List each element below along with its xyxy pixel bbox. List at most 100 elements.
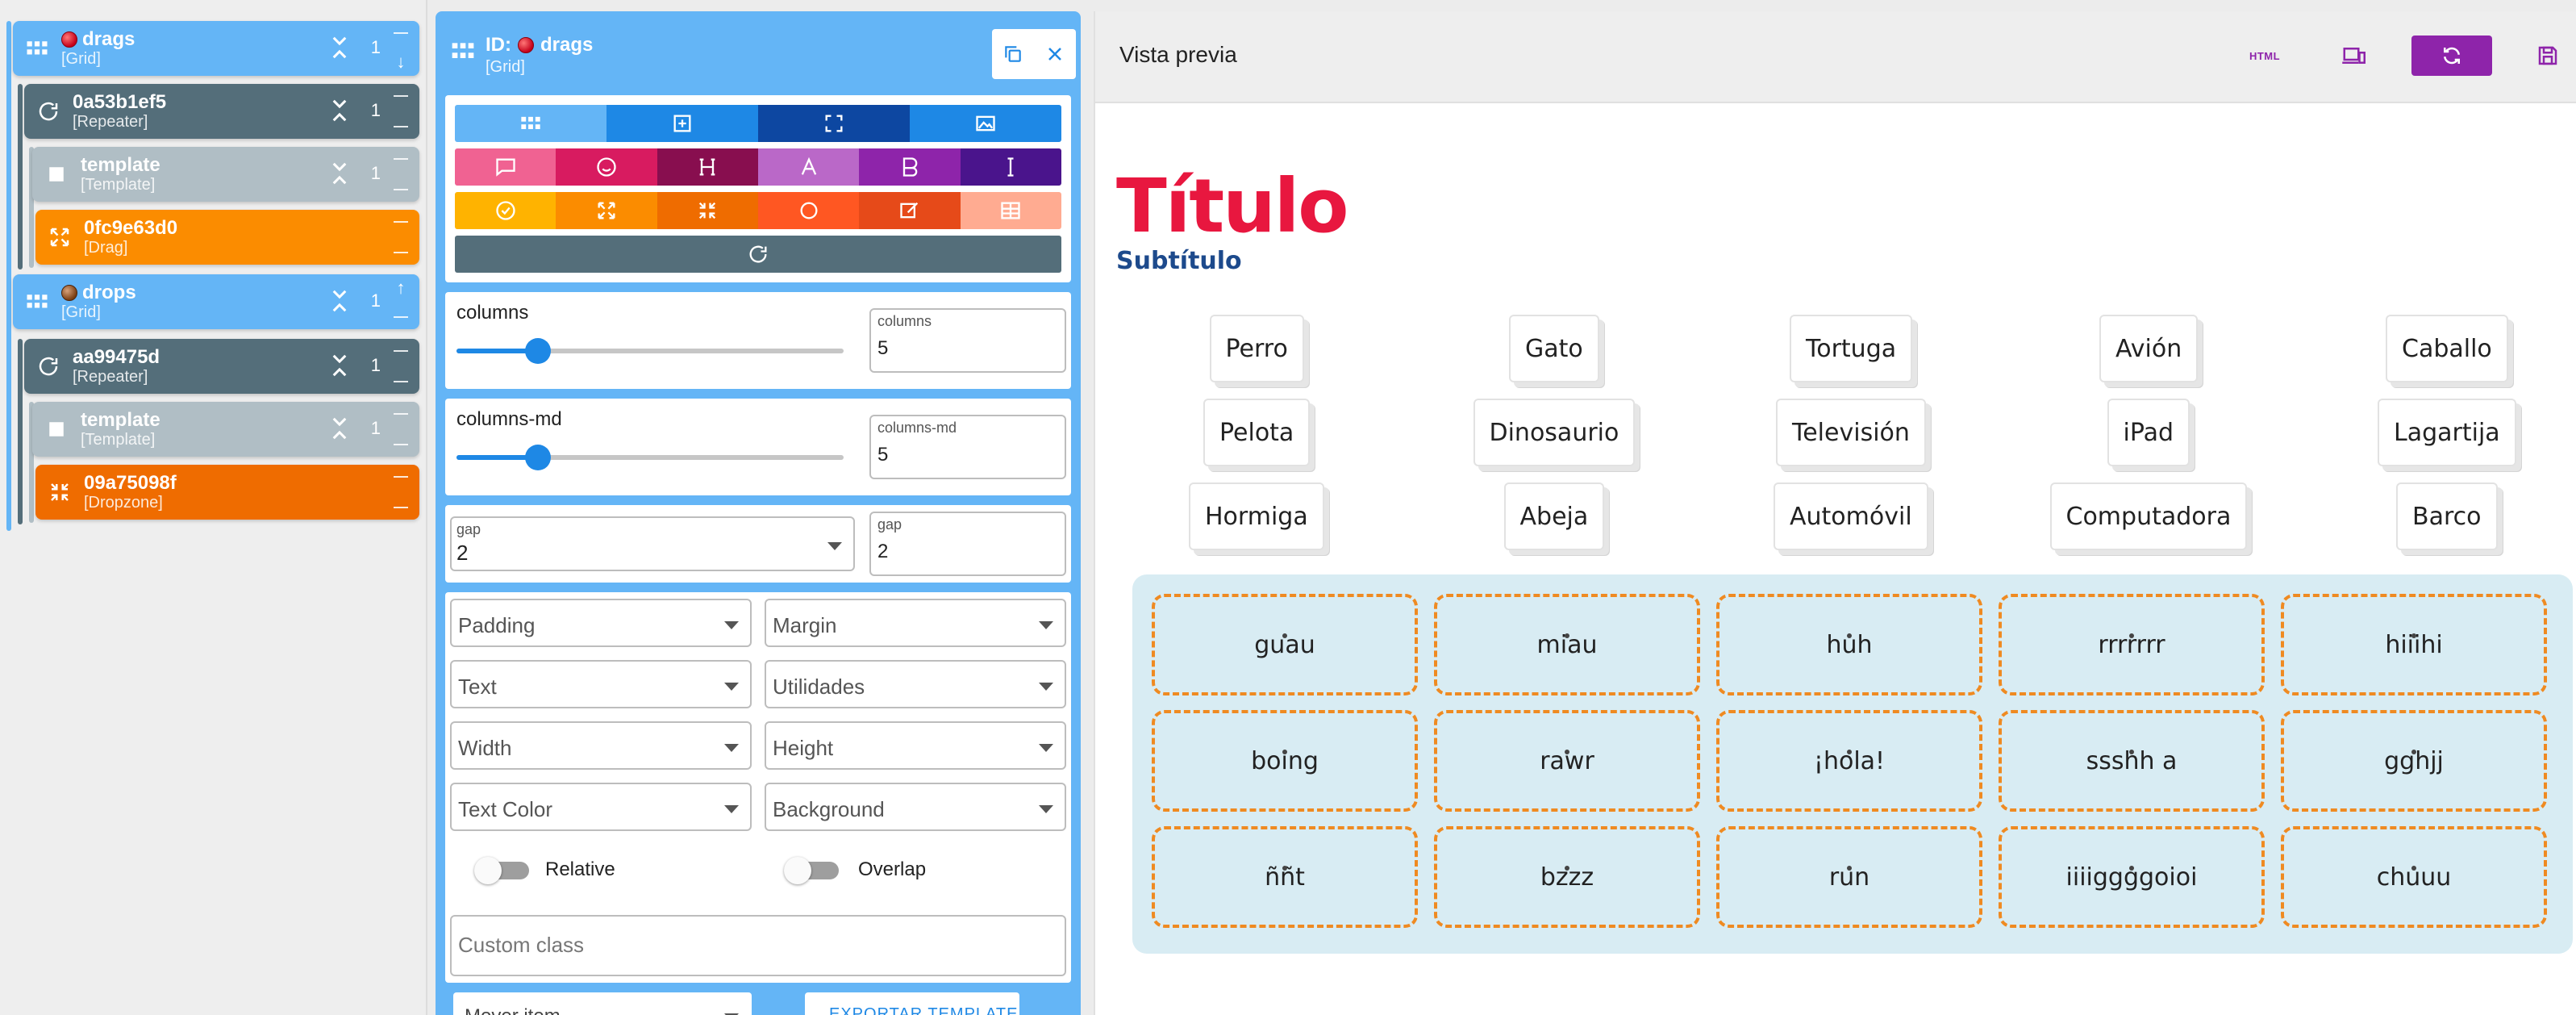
gap-field[interactable]: gap 2 [869,512,1066,576]
check-circle-icon[interactable] [455,192,556,229]
drag-card[interactable]: Lagartija [2378,399,2516,466]
remove-icon[interactable] [394,476,408,478]
dropzone-card[interactable]: guau [1152,594,1418,695]
drag-card[interactable]: Caballo [2386,315,2508,382]
background-select[interactable]: Background [765,783,1066,831]
dropzone-card[interactable]: gghjj [2281,710,2547,812]
remove-icon[interactable] [394,444,408,445]
columns-slider-thumb[interactable] [524,338,551,364]
columns-field[interactable]: columns 5 [869,308,1066,373]
move-item-select[interactable]: Mover item [453,992,752,1015]
columns-md-slider[interactable] [456,445,844,470]
text-color-select[interactable]: Text Color [450,783,752,831]
tree-node[interactable]: template [Template] 1 [32,402,419,457]
remove-icon[interactable] [394,381,408,382]
height-select[interactable]: Height [765,721,1066,770]
drag-card[interactable]: Pelota [1203,399,1311,466]
circle-icon[interactable] [757,192,860,229]
fullscreen-button[interactable] [758,105,910,142]
add-box-button[interactable] [606,105,758,142]
remove-icon[interactable] [394,316,408,318]
dropzone-card[interactable]: rawr [1434,710,1700,812]
remove-icon[interactable] [394,189,408,190]
overlap-toggle[interactable] [784,857,839,884]
collapse-icon[interactable] [327,287,352,316]
collapse-icon[interactable] [327,160,352,189]
refresh-button[interactable] [455,236,1061,273]
remove-icon[interactable] [394,221,408,223]
collapse-icon[interactable] [327,34,352,63]
gap-select[interactable]: gap 2 [450,516,855,571]
dropzone-card[interactable]: ssshh a [1999,710,2265,812]
remove-icon[interactable] [394,126,408,127]
paragraph-icon[interactable] [859,148,961,186]
relative-toggle[interactable] [474,857,529,884]
columns-md-field[interactable]: columns-md 5 [869,415,1066,479]
export-template-button[interactable]: EXPORTAR TEMPLATE [805,992,1019,1015]
close-icon[interactable] [1039,38,1071,70]
margin-select[interactable]: Margin [765,599,1066,647]
drag-card[interactable]: Perro [1209,315,1304,382]
drag-card[interactable]: iPad [2107,399,2190,466]
utilities-select[interactable]: Utilidades [765,660,1066,708]
remove-icon[interactable] [394,158,408,160]
emoji-icon[interactable] [556,148,657,186]
drag-card[interactable]: Tortuga [1790,315,1913,382]
drag-card[interactable]: Computadora [2049,482,2248,550]
dropzone-card[interactable]: huh [1716,594,1982,695]
drag-card[interactable]: Barco [2396,482,2498,550]
columns-md-slider-thumb[interactable] [524,445,551,470]
remove-icon[interactable] [394,350,408,352]
remove-icon[interactable] [394,413,408,415]
input-icon[interactable] [960,148,1061,186]
drag-card[interactable]: Avión [2099,315,2199,382]
remove-icon[interactable] [394,95,408,97]
drag-card[interactable]: Televisión [1776,399,1926,466]
arrow-up-icon[interactable]: ↑ [397,279,406,297]
save-icon[interactable] [2528,36,2568,76]
width-select[interactable]: Width [450,721,752,770]
heading-icon[interactable] [657,148,758,186]
drag-card[interactable]: Abeja [1503,482,1605,550]
edit-icon[interactable] [859,192,961,229]
html-export-button[interactable]: HTML [2240,36,2289,76]
dropzone-card[interactable]: miau [1434,594,1700,695]
tree-node[interactable]: 0a53b1ef5 [Repeater] 1 [24,84,419,139]
text-select[interactable]: Text [450,660,752,708]
copy-icon[interactable] [997,38,1029,70]
dropzone-card[interactable]: bzzz [1434,826,1700,928]
tree-node[interactable]: aa99475d [Repeater] 1 [24,339,419,394]
remove-icon[interactable] [394,507,408,508]
custom-class-input[interactable]: Custom class [450,915,1066,976]
drag-card[interactable]: Automóvil [1774,482,1928,550]
arrow-down-icon[interactable]: ↓ [397,53,406,71]
comment-icon[interactable] [455,148,556,186]
dropzone-card[interactable]: iiiiggggoioi [1999,826,2265,928]
tree-node[interactable]: drags [Grid] 1 ↓ [13,21,419,76]
tree-node[interactable]: 0fc9e63d0 [Drag] [35,210,419,265]
drag-card[interactable]: Hormiga [1189,482,1324,550]
add-image-button[interactable] [910,105,1061,142]
dropzone-card[interactable]: chuuu [2281,826,2547,928]
tree-node[interactable]: template [Template] 1 [32,147,419,202]
drag-card[interactable]: Gato [1509,315,1599,382]
padding-select[interactable]: Padding [450,599,752,647]
collapse-icon[interactable] [327,415,352,444]
refresh-preview-button[interactable] [2411,36,2492,76]
table-icon[interactable] [960,192,1061,229]
tree-node[interactable]: 09a75098f [Dropzone] [35,465,419,520]
remove-icon[interactable] [394,32,408,34]
dropzone-card[interactable]: ññt [1152,826,1418,928]
dropzone-card[interactable]: run [1716,826,1982,928]
columns-slider[interactable] [456,338,844,364]
add-grid-button[interactable] [455,105,606,142]
dropzone-card[interactable]: boing [1152,710,1418,812]
drag-icon[interactable] [556,192,657,229]
dropzone-icon[interactable] [657,192,758,229]
drag-card[interactable]: Dinosaurio [1473,399,1636,466]
collapse-icon[interactable] [327,97,352,126]
devices-icon[interactable] [2329,36,2378,76]
dropzone-card[interactable]: rrrrrrr [1999,594,2265,695]
text-icon[interactable] [757,148,860,186]
remove-icon[interactable] [394,252,408,253]
